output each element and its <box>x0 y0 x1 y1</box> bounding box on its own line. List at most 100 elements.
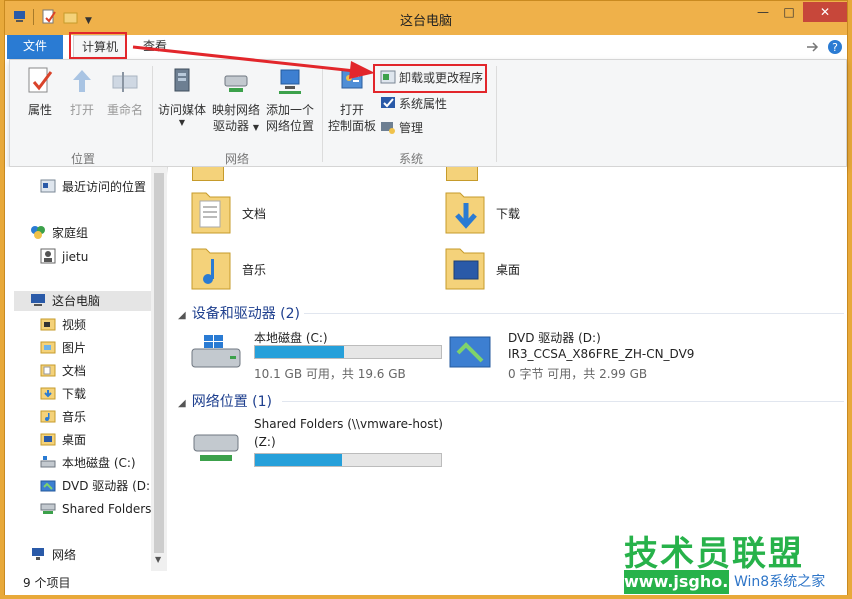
expand-ribbon-icon[interactable] <box>805 41 821 53</box>
network-icon <box>32 548 44 560</box>
manage-button[interactable]: 管理 <box>380 118 423 138</box>
drive-free-space: 0 字节 可用，共 2.99 GB <box>508 367 648 381</box>
collapse-chevron-icon[interactable]: ◢ <box>178 398 186 409</box>
folder-label: 桌面 <box>496 263 521 277</box>
navigation-pane: 最近访问的位置 家庭组 jietu 这台电脑 视频 图片 文档 下载 音乐 桌面 <box>6 167 166 571</box>
drive-name: 本地磁盘 (C:) <box>254 331 328 345</box>
folder-tile-downloads[interactable]: 下载 <box>444 187 684 239</box>
drive-letter: (Z:) <box>254 435 276 449</box>
dvd-drive-icon <box>449 336 491 368</box>
drive-dvd[interactable]: DVD 驱动器 (D:) IR3_CCSA_X86FRE_ZH-CN_DV9 0… <box>444 329 744 389</box>
downloads-folder-icon <box>445 192 485 234</box>
nav-item-downloads[interactable]: 下载 <box>40 384 86 404</box>
recent-places-icon <box>40 179 56 193</box>
group-label-system: 系统 <box>398 152 423 166</box>
group-header-network[interactable]: ◢ 网络位置 (1) <box>178 391 272 411</box>
nav-item-dvd[interactable]: DVD 驱动器 (D:) <box>40 476 155 496</box>
add-location-label-1: 添加一个 <box>265 103 314 117</box>
network-drive-icon <box>40 503 56 514</box>
videos-folder-icon <box>40 318 56 331</box>
dvd-drive-icon <box>40 480 56 492</box>
highlight-uninstall <box>373 64 487 93</box>
capacity-bar-fill <box>255 346 344 358</box>
nav-item-recent[interactable]: 最近访问的位置 <box>40 177 146 197</box>
map-drive-dropdown-icon: ▼ <box>252 123 259 132</box>
nav-item-videos[interactable]: 视频 <box>40 315 86 335</box>
highlight-computer-tab <box>69 32 127 59</box>
properties-button[interactable]: 属性 <box>18 66 62 118</box>
map-drive-label-1: 映射网络 <box>211 103 260 117</box>
group-label-network: 网络 <box>224 152 249 166</box>
nav-item-local-disk[interactable]: 本地磁盘 (C:) <box>40 453 136 473</box>
group-header-label: 网络位置 (1) <box>191 394 272 410</box>
collapse-chevron-icon[interactable]: ◢ <box>178 310 186 321</box>
watermark-title: 技术员联盟 <box>624 534 804 574</box>
downloads-folder-icon <box>40 387 56 400</box>
nav-label: 本地磁盘 (C:) <box>62 456 136 470</box>
group-header-devices[interactable]: ◢ 设备和驱动器 (2) <box>178 303 300 323</box>
help-icon[interactable]: ? <box>827 39 843 55</box>
nav-label: 最近访问的位置 <box>62 180 147 194</box>
map-drive-label-2: 驱动器 <box>213 119 250 133</box>
folder-tile-documents[interactable]: 文档 <box>190 187 430 239</box>
drive-local-disk[interactable]: 本地磁盘 (C:) 10.1 GB 可用，共 19.6 GB <box>190 329 460 389</box>
open-cp-label-1: 打开 <box>339 103 364 117</box>
folder-tile-music[interactable]: 音乐 <box>190 243 430 295</box>
folder-icon <box>446 167 478 181</box>
open-button: 打开 <box>62 66 102 118</box>
documents-folder-icon <box>40 364 56 377</box>
user-icon <box>40 248 56 264</box>
properties-icon <box>28 67 53 93</box>
folder-label: 文档 <box>242 207 267 221</box>
nav-item-network[interactable]: 网络 <box>30 545 76 565</box>
access-media-label: 访问媒体 <box>157 103 206 117</box>
system-properties-label: 系统属性 <box>399 97 448 111</box>
folder-label: 下载 <box>496 207 521 221</box>
nav-label: jietu <box>62 250 89 264</box>
nav-item-documents[interactable]: 文档 <box>40 361 86 381</box>
system-properties-button[interactable]: 系统属性 <box>380 94 447 114</box>
minimize-button[interactable]: — <box>751 2 775 22</box>
nav-item-user[interactable]: jietu <box>40 247 88 267</box>
content-pane: 文档 下载 音乐 桌面 ◢ 设备和驱动器 (2) 本地磁盘 (C:) 10.1 G… <box>168 167 847 571</box>
watermark-subtitle: Win8系统之家 <box>734 574 826 590</box>
nav-scrollbar-thumb[interactable] <box>154 173 164 553</box>
nav-label: 家庭组 <box>52 226 89 240</box>
folder-tile-desktop[interactable]: 桌面 <box>444 243 684 295</box>
pointer-arrow-icon <box>132 45 375 79</box>
nav-item-homegroup[interactable]: 家庭组 <box>30 223 88 243</box>
nav-label: DVD 驱动器 (D:) <box>62 479 155 493</box>
drive-volume-label: IR3_CCSA_X86FRE_ZH-CN_DV9 <box>508 347 695 361</box>
restore-button[interactable]: □ <box>777 2 801 22</box>
pictures-folder-icon <box>40 341 56 354</box>
scroll-down-icon[interactable]: ▼ <box>155 555 161 564</box>
close-button[interactable]: ✕ <box>803 2 847 22</box>
group-header-label: 设备和驱动器 (2) <box>191 306 300 322</box>
manage-icon <box>381 122 395 134</box>
nav-label: 文档 <box>62 364 87 378</box>
group-label-location: 位置 <box>70 152 95 166</box>
svg-text:?: ? <box>832 41 838 54</box>
music-folder-icon <box>191 248 231 290</box>
nav-item-this-pc[interactable]: 这台电脑 <box>14 291 152 311</box>
group-separator <box>496 66 497 162</box>
nav-item-shared-folders[interactable]: Shared Folders <box>40 499 151 519</box>
nav-item-desktop[interactable]: 桌面 <box>40 430 86 450</box>
folder-label: 音乐 <box>242 263 267 277</box>
nav-item-pictures[interactable]: 图片 <box>40 338 86 358</box>
rename-label: 重命名 <box>106 103 143 117</box>
nav-label: 下载 <box>62 387 87 401</box>
drive-name: DVD 驱动器 (D:) <box>508 331 601 345</box>
add-location-label-2: 网络位置 <box>265 119 314 133</box>
capacity-bar <box>254 453 442 467</box>
nav-scrollbar[interactable]: ▼ <box>151 167 167 573</box>
nav-label: 音乐 <box>62 410 87 424</box>
group-divider <box>304 313 844 314</box>
tab-file[interactable]: 文件 <box>7 35 63 59</box>
documents-folder-icon <box>191 192 231 234</box>
open-cp-label-2: 控制面板 <box>327 119 376 133</box>
nav-item-music[interactable]: 音乐 <box>40 407 86 427</box>
system-properties-icon <box>381 97 395 108</box>
drive-shared-folders[interactable]: Shared Folders (\\vmware-host) (Z:) <box>190 417 490 477</box>
group-divider <box>282 401 844 402</box>
